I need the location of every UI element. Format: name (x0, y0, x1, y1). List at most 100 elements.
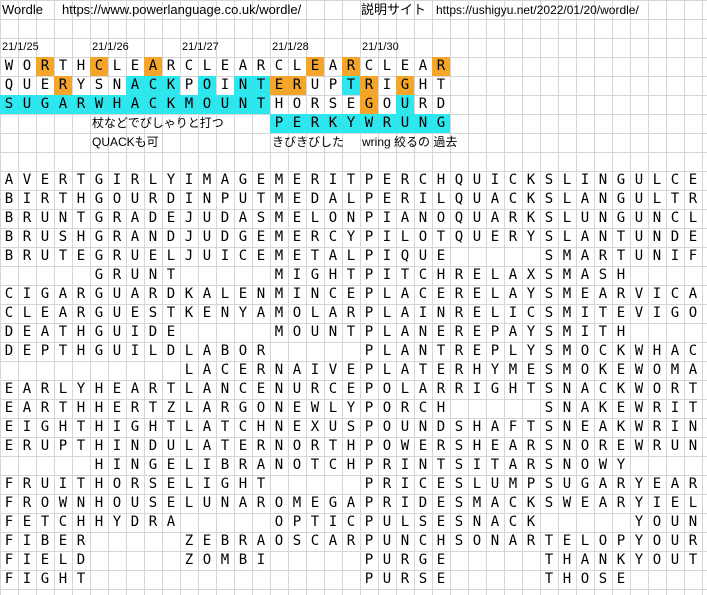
letter-cell[interactable]: H (432, 266, 450, 285)
letter-cell[interactable]: T (432, 456, 450, 475)
letter-cell[interactable]: U (36, 247, 54, 266)
letter-cell[interactable]: U (378, 551, 396, 570)
letter-cell[interactable]: I (378, 76, 396, 95)
letter-cell[interactable]: R (108, 209, 126, 228)
letter-cell[interactable]: P (180, 76, 198, 95)
letter-cell[interactable]: C (54, 513, 72, 532)
letter-cell[interactable]: E (612, 570, 630, 589)
letter-cell[interactable]: T (54, 399, 72, 418)
letter-cell[interactable]: A (54, 285, 72, 304)
letter-cell[interactable]: R (18, 247, 36, 266)
letter-cell[interactable]: N (414, 114, 432, 133)
letter-cell[interactable]: R (342, 304, 360, 323)
letter-cell[interactable]: H (702, 380, 707, 399)
letter-cell[interactable]: G (36, 95, 54, 114)
letter-cell[interactable]: B (0, 247, 18, 266)
letter-cell[interactable]: R (252, 361, 270, 380)
letter-cell[interactable]: Q (396, 247, 414, 266)
letter-cell[interactable]: I (288, 266, 306, 285)
letter-cell[interactable]: A (0, 171, 18, 190)
letter-cell[interactable]: N (414, 209, 432, 228)
letter-cell[interactable]: G (432, 114, 450, 133)
letter-cell[interactable]: A (324, 57, 342, 76)
letter-cell[interactable]: T (72, 570, 90, 589)
letter-cell[interactable]: R (504, 209, 522, 228)
letter-cell[interactable]: E (288, 228, 306, 247)
letter-cell[interactable]: E (576, 285, 594, 304)
letter-cell[interactable]: R (432, 437, 450, 456)
letter-cell[interactable]: A (198, 418, 216, 437)
letter-cell[interactable]: H (72, 57, 90, 76)
letter-cell[interactable]: Y (522, 285, 540, 304)
letter-cell[interactable]: R (234, 456, 252, 475)
letter-cell[interactable]: E (432, 247, 450, 266)
letter-cell[interactable]: I (108, 171, 126, 190)
letter-cell[interactable]: T (612, 247, 630, 266)
letter-cell[interactable]: W (630, 361, 648, 380)
letter-cell[interactable]: I (108, 456, 126, 475)
letter-cell[interactable]: I (648, 285, 666, 304)
letter-cell[interactable]: M (198, 171, 216, 190)
letter-cell[interactable]: O (648, 513, 666, 532)
letter-cell[interactable]: E (270, 76, 288, 95)
letter-cell[interactable]: S (540, 171, 558, 190)
letter-cell[interactable]: L (180, 342, 198, 361)
letter-cell[interactable]: E (468, 304, 486, 323)
letter-cell[interactable]: E (288, 418, 306, 437)
letter-cell[interactable]: T (432, 76, 450, 95)
letter-cell[interactable]: O (378, 380, 396, 399)
letter-cell[interactable]: A (576, 380, 594, 399)
letter-cell[interactable]: E (522, 361, 540, 380)
letter-cell[interactable]: P (288, 513, 306, 532)
letter-cell[interactable]: N (414, 342, 432, 361)
letter-cell[interactable]: R (126, 399, 144, 418)
letter-cell[interactable]: T (54, 190, 72, 209)
letter-cell[interactable]: S (450, 494, 468, 513)
letter-cell[interactable]: N (558, 456, 576, 475)
letter-cell[interactable]: E (486, 228, 504, 247)
letter-cell[interactable]: L (378, 285, 396, 304)
letter-cell[interactable]: N (432, 304, 450, 323)
letter-cell[interactable]: S (144, 494, 162, 513)
letter-cell[interactable]: T (162, 418, 180, 437)
letter-cell[interactable]: D (432, 418, 450, 437)
letter-cell[interactable]: R (144, 285, 162, 304)
letter-cell[interactable]: U (576, 209, 594, 228)
letter-cell[interactable]: G (36, 285, 54, 304)
letter-cell[interactable]: T (522, 380, 540, 399)
letter-cell[interactable]: N (126, 456, 144, 475)
letter-cell[interactable]: R (396, 190, 414, 209)
letter-cell[interactable]: L (342, 247, 360, 266)
letter-cell[interactable]: S (324, 95, 342, 114)
letter-cell[interactable]: T (252, 76, 270, 95)
letter-cell[interactable]: P (360, 399, 378, 418)
letter-cell[interactable]: T (54, 342, 72, 361)
letter-cell[interactable]: P (360, 570, 378, 589)
letter-cell[interactable]: D (0, 323, 18, 342)
letter-cell[interactable]: G (324, 494, 342, 513)
letter-cell[interactable]: A (324, 247, 342, 266)
letter-cell[interactable]: N (342, 209, 360, 228)
letter-cell[interactable]: A (342, 494, 360, 513)
letter-cell[interactable]: L (180, 475, 198, 494)
letter-cell[interactable]: N (234, 95, 252, 114)
letter-cell[interactable]: Y (630, 494, 648, 513)
letter-cell[interactable]: A (144, 57, 162, 76)
letter-cell[interactable]: K (324, 114, 342, 133)
letter-cell[interactable]: V (324, 361, 342, 380)
letter-cell[interactable]: G (612, 171, 630, 190)
letter-cell[interactable]: T (54, 247, 72, 266)
letter-cell[interactable]: H (648, 342, 666, 361)
letter-cell[interactable]: O (576, 437, 594, 456)
letter-cell[interactable]: I (216, 76, 234, 95)
letter-cell[interactable]: B (36, 532, 54, 551)
letter-cell[interactable]: R (144, 190, 162, 209)
letter-cell[interactable]: R (432, 57, 450, 76)
letter-cell[interactable]: E (198, 304, 216, 323)
letter-cell[interactable]: I (108, 437, 126, 456)
letter-cell[interactable]: U (666, 551, 684, 570)
letter-cell[interactable]: C (414, 399, 432, 418)
letter-cell[interactable]: N (270, 380, 288, 399)
letter-cell[interactable]: O (108, 190, 126, 209)
letter-cell[interactable]: V (18, 171, 36, 190)
